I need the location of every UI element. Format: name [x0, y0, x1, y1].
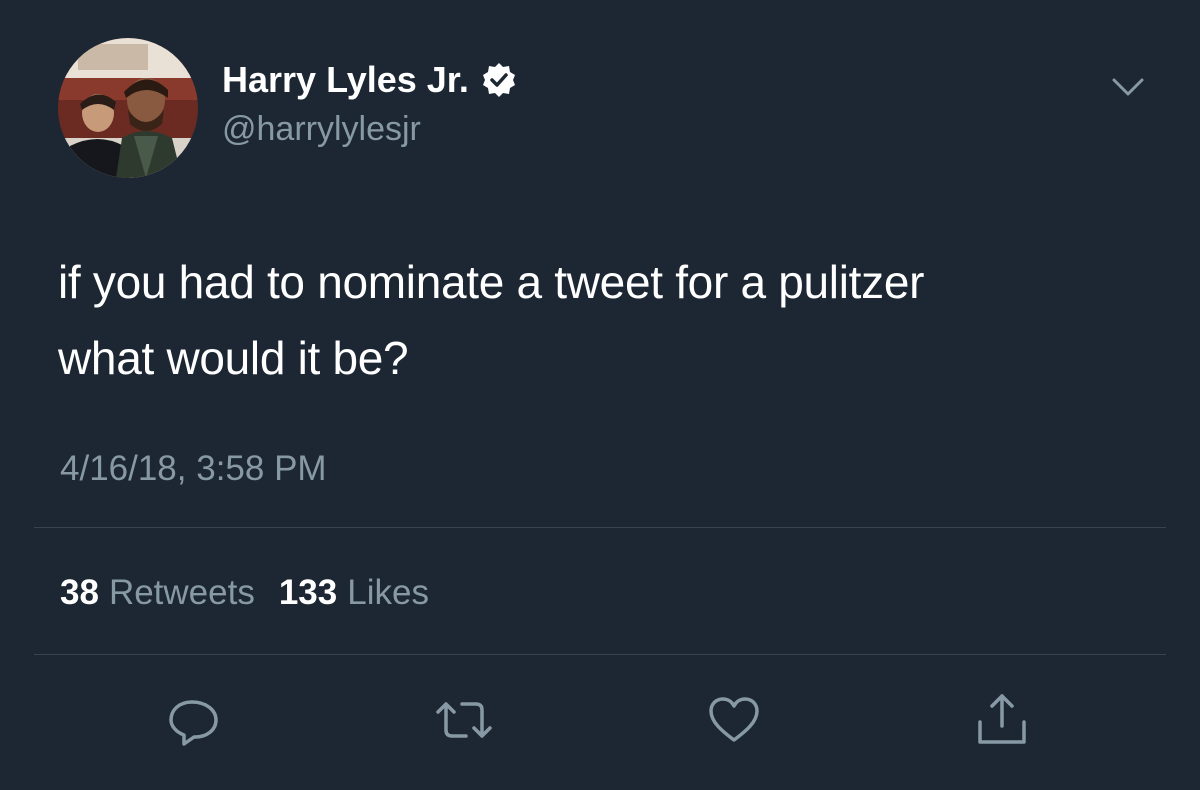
divider	[34, 654, 1166, 655]
tweet-text-line: if you had to nominate a tweet for a pul…	[58, 256, 925, 308]
reply-button[interactable]	[162, 688, 226, 752]
likes-count: 133	[278, 573, 338, 612]
author-name[interactable]: Harry Lyles Jr.	[222, 58, 469, 102]
retweet-icon	[436, 702, 492, 738]
likes-stat[interactable]: 133 Likes	[279, 572, 429, 614]
avatar[interactable]	[58, 38, 198, 178]
verified-badge-icon	[481, 62, 517, 98]
author-name-row[interactable]: Harry Lyles Jr.	[222, 58, 517, 102]
reply-bubble-icon	[169, 700, 218, 746]
author-handle[interactable]: @harrylylesjr	[222, 108, 421, 150]
share-icon	[978, 694, 1026, 744]
tweet-text: if you had to nominate a tweet for a pul…	[58, 244, 1158, 396]
retweets-count: 38	[60, 573, 99, 612]
tweet-text-line: what would it be?	[58, 332, 409, 384]
retweets-stat[interactable]: 38 Retweets	[60, 572, 255, 614]
retweets-label: Retweets	[108, 573, 255, 612]
divider	[34, 527, 1166, 528]
like-button[interactable]	[702, 688, 766, 752]
chevron-down-icon[interactable]	[1108, 72, 1148, 100]
tweet-card: Harry Lyles Jr. @harrylylesjr if you had…	[0, 0, 1200, 790]
likes-label: Likes	[347, 573, 429, 612]
retweet-button[interactable]	[432, 688, 496, 752]
share-button[interactable]	[970, 688, 1034, 752]
tweet-timestamp[interactable]: 4/16/18, 3:58 PM	[60, 448, 327, 490]
tweet-stats: 38 Retweets 133 Likes	[60, 572, 453, 614]
heart-icon	[709, 697, 759, 742]
